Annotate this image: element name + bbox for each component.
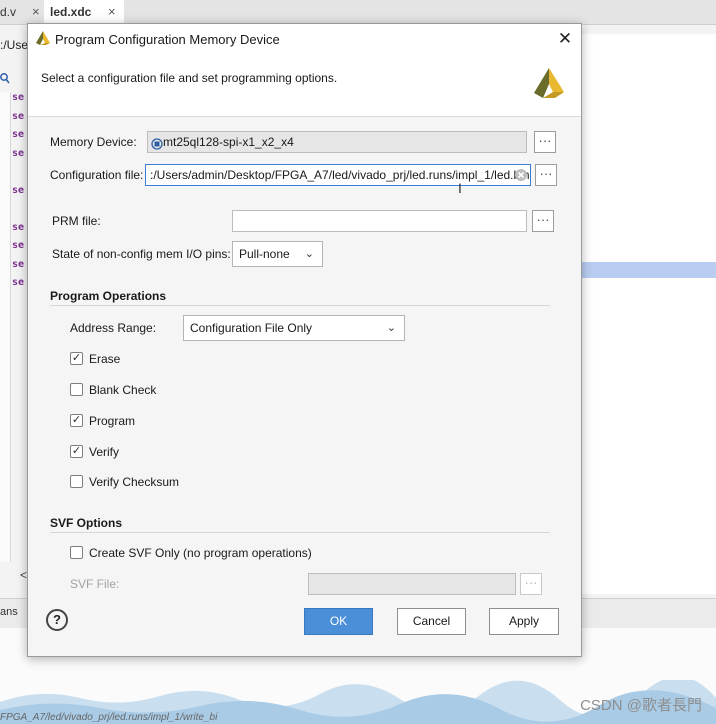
- tab-label: d.v: [0, 5, 17, 19]
- program-operations-title: Program Operations: [50, 289, 167, 303]
- close-icon[interactable]: ×: [32, 4, 40, 19]
- editor-code-lines: se se se se se se se se se: [12, 92, 28, 296]
- prm-file-label: PRM file:: [52, 214, 101, 228]
- verify-checksum-checkbox[interactable]: Verify Checksum: [70, 474, 210, 490]
- memory-device-browse-button[interactable]: ···: [534, 131, 556, 153]
- memory-device-label: Memory Device:: [50, 135, 137, 149]
- state-pins-label: State of non-config mem I/O pins:: [52, 247, 231, 261]
- tab-v-file[interactable]: d.v: [0, 0, 28, 24]
- close-button[interactable]: ✕: [554, 28, 576, 50]
- chip-icon: [151, 136, 163, 150]
- dialog-title: Program Configuration Memory Device: [55, 32, 280, 47]
- svf-file-browse-button[interactable]: ···: [520, 573, 542, 595]
- text-cursor-icon: I: [458, 180, 462, 196]
- cancel-button[interactable]: Cancel: [397, 608, 466, 635]
- erase-label: Erase: [89, 352, 121, 366]
- checkbox-unchecked-icon: [70, 475, 83, 488]
- ok-button[interactable]: OK: [304, 608, 373, 635]
- state-pins-value: Pull-none: [239, 247, 290, 261]
- config-file-input[interactable]: :/Users/admin/Desktop/FPGA_A7/led/vivado…: [145, 164, 531, 186]
- code-line: se: [12, 277, 25, 288]
- vivado-large-logo-icon: [534, 68, 564, 101]
- blank-check-checkbox[interactable]: Blank Check: [70, 382, 190, 398]
- checkbox-unchecked-icon: [70, 383, 83, 396]
- create-svf-checkbox[interactable]: Create SVF Only (no program operations): [70, 545, 340, 561]
- code-line: se: [12, 184, 25, 196]
- section-divider: [50, 305, 550, 306]
- checkbox-unchecked-icon: [70, 546, 83, 559]
- checkbox-checked-icon: ✓: [70, 352, 83, 365]
- svf-options-title: SVF Options: [50, 516, 122, 530]
- verify-checksum-label: Verify Checksum: [89, 475, 180, 489]
- code-line: se: [12, 258, 25, 270]
- code-line: se: [12, 147, 25, 159]
- code-line: se: [12, 240, 25, 251]
- svf-file-label: SVF File:: [70, 577, 120, 591]
- vivado-logo-icon: [36, 31, 50, 48]
- program-checkbox[interactable]: ✓ Program: [70, 413, 190, 429]
- section-divider: [50, 532, 550, 533]
- help-button[interactable]: ?: [46, 609, 68, 631]
- code-line: se: [12, 92, 25, 103]
- memory-device-field[interactable]: mt25ql128-spi-x1_x2_x4: [147, 131, 527, 153]
- chevron-down-icon: ⌄: [304, 248, 314, 260]
- config-file-label: Configuration file:: [50, 168, 144, 182]
- state-pins-dropdown[interactable]: Pull-none ⌄: [232, 241, 323, 267]
- tab-label: led.xdc: [50, 5, 92, 19]
- address-range-value: Configuration File Only: [190, 321, 313, 335]
- clear-icon[interactable]: [514, 168, 528, 182]
- checkbox-checked-icon: ✓: [70, 445, 83, 458]
- checkbox-checked-icon: ✓: [70, 414, 83, 427]
- dialog-header: Select a configuration file and set prog…: [28, 54, 581, 117]
- erase-checkbox[interactable]: ✓ Erase: [70, 351, 190, 367]
- blank-check-label: Blank Check: [89, 383, 157, 397]
- address-range-dropdown[interactable]: Configuration File Only ⌄: [183, 315, 405, 341]
- chevron-down-icon: ⌄: [386, 322, 396, 334]
- editor-right-pane: [580, 34, 716, 594]
- bottom-panel-label[interactable]: ans: [0, 606, 18, 618]
- memory-device-value: mt25ql128-spi-x1_x2_x4: [163, 135, 294, 149]
- close-icon[interactable]: ×: [108, 0, 116, 24]
- verify-checkbox[interactable]: ✓ Verify: [70, 444, 190, 460]
- tab-led-xdc[interactable]: led.xdc ×: [44, 0, 124, 24]
- dialog-subtitle: Select a configuration file and set prog…: [41, 71, 338, 85]
- console-text: FPGA_A7/led/vivado_prj/led.runs/impl_1/w…: [0, 712, 218, 723]
- create-svf-label: Create SVF Only (no program operations): [89, 546, 312, 560]
- code-line: se: [12, 129, 25, 140]
- address-range-label: Address Range:: [70, 321, 157, 335]
- editor-path-fragment: :/User: [0, 38, 28, 52]
- scroll-left-arrow[interactable]: <: [20, 568, 27, 582]
- config-file-value: :/Users/admin/Desktop/FPGA_A7/led/vivado…: [150, 168, 530, 182]
- verify-label: Verify: [89, 445, 120, 459]
- config-file-browse-button[interactable]: ···: [535, 164, 557, 186]
- selected-line-highlight: [580, 262, 716, 278]
- prm-file-browse-button[interactable]: ···: [532, 210, 554, 232]
- apply-button[interactable]: Apply: [489, 608, 559, 635]
- dialog-titlebar: Program Configuration Memory Device ✕: [28, 24, 581, 54]
- editor-gutter: [0, 92, 11, 562]
- code-line: se: [12, 221, 25, 233]
- program-config-memory-dialog: Program Configuration Memory Device ✕ Se…: [27, 23, 582, 657]
- code-line: se: [12, 110, 25, 122]
- prm-file-input[interactable]: [232, 210, 527, 232]
- search-icon[interactable]: [0, 72, 10, 84]
- svf-file-input[interactable]: [308, 573, 516, 595]
- program-label: Program: [89, 414, 136, 428]
- watermark: CSDN @歌者長門: [580, 697, 702, 714]
- editor-tab-bar: d.v × led.xdc ×: [0, 0, 716, 25]
